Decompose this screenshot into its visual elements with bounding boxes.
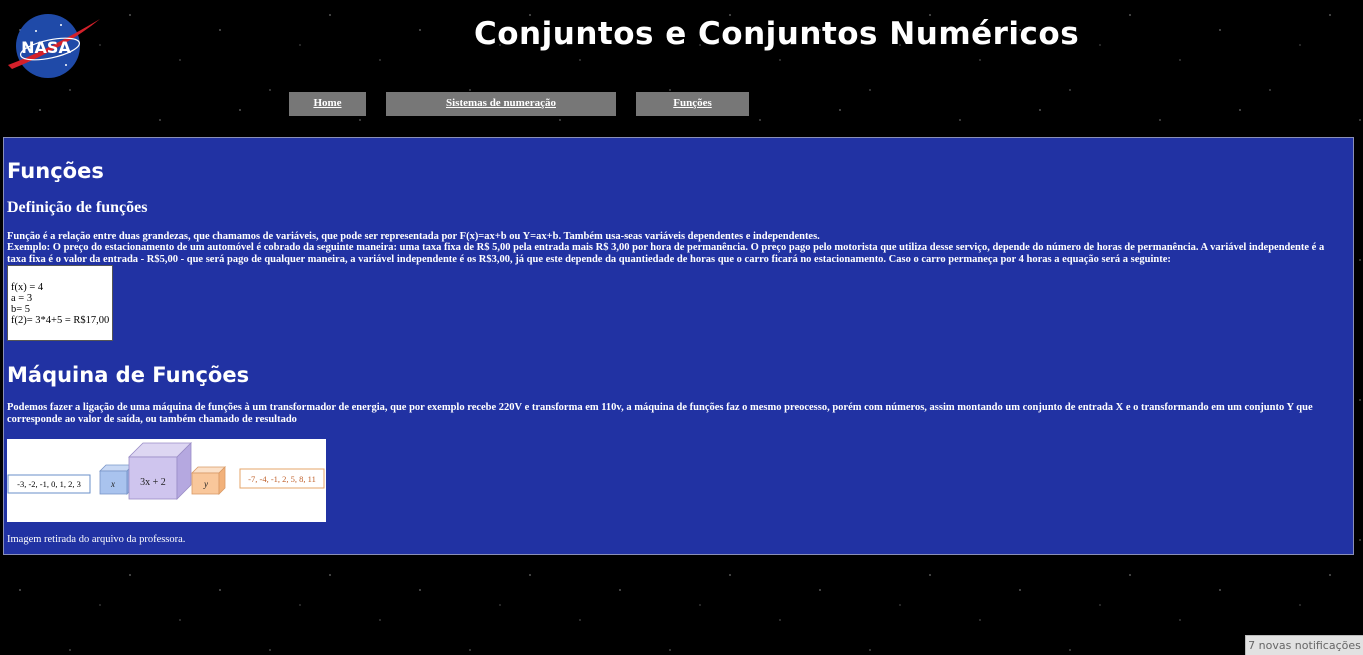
content-panel: Funções Definição de funções Função é a …	[3, 137, 1354, 555]
nav-sistemas-link[interactable]: Sistemas de numeração	[386, 92, 616, 116]
site-title: Conjuntos e Conjuntos Numéricos	[474, 16, 1080, 52]
example-line: f(x) = 4	[11, 282, 44, 293]
machine-title: Máquina de Funções	[7, 363, 250, 387]
nasa-logo-text: NASA	[21, 38, 71, 57]
nav-funcoes-link[interactable]: Funções	[636, 92, 749, 116]
nav-home-link[interactable]: Home	[289, 92, 366, 116]
function-label: 3x + 2	[140, 477, 166, 488]
example-line: b= 5	[11, 304, 31, 315]
machine-text: Podemos fazer a ligação de uma máquina d…	[7, 402, 1313, 425]
y-label: y	[203, 479, 208, 489]
example-line: a = 3	[11, 293, 33, 304]
example-equation-box: f(x) = 4 a = 3 b= 5 f(2)= 3*4+5 = R$17,0…	[7, 265, 113, 341]
x-label: x	[110, 479, 115, 489]
notifications-badge[interactable]: 7 novas notificações	[1245, 635, 1363, 655]
example-line: f(2)= 3*4+5 = R$17,00	[11, 315, 110, 326]
output-set-label: -7, -4, -1, 2, 5, 8, 11	[248, 474, 316, 484]
example-text: Exemplo: O preço do estacionamento de um…	[7, 242, 1325, 265]
definition-title: Definição de funções	[7, 199, 148, 216]
section-title-funcoes: Funções	[7, 159, 104, 183]
input-set-label: -3, -2, -1, 0, 1, 2, 3	[17, 479, 81, 489]
function-machine-image: -3, -2, -1, 0, 1, 2, 3 x 3x + 2 y -7, -4…	[7, 439, 326, 522]
image-caption: Imagem retirada do arquivo da professora…	[7, 534, 186, 545]
nasa-logo: NASA	[6, 13, 102, 79]
